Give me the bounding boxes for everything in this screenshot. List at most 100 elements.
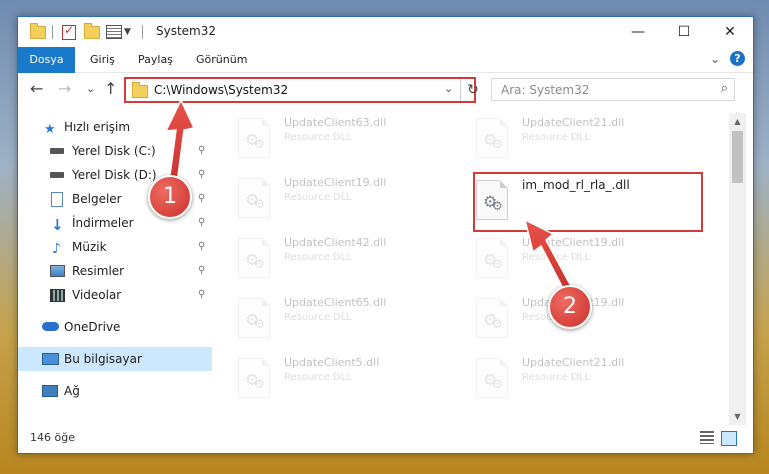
sidebar-item-label: Yerel Disk (D:) [72, 168, 157, 182]
address-path[interactable]: C:\Windows\System32 [154, 83, 288, 97]
new-folder-icon[interactable] [84, 22, 100, 40]
tab-share[interactable]: Paylaş [138, 47, 173, 72]
tab-view[interactable]: Görünüm [196, 47, 247, 72]
sidebar-item-label: OneDrive [64, 320, 121, 334]
folder-icon [132, 82, 148, 98]
file-type: Resource DLL [284, 312, 352, 323]
up-button[interactable]: ↑ [104, 79, 117, 98]
sidebar-item-music[interactable]: ♪ Müzik ⚲ [18, 235, 212, 259]
file-item[interactable]: ⚙ ⚙ UpdateClient63.dll Resource DLL [224, 115, 454, 165]
forward-button[interactable]: → [58, 79, 71, 98]
sidebar-item-label: Videolar [72, 288, 122, 302]
file-type: Resource DLL [522, 372, 590, 383]
pin-icon: ⚲ [198, 145, 206, 156]
file-name: UpdateClient19.dll [522, 236, 625, 249]
pin-icon: ⚲ [198, 169, 206, 180]
drive-icon [50, 172, 64, 178]
scroll-thumb[interactable] [732, 131, 743, 183]
scroll-up-arrow-icon[interactable]: ▲ [729, 113, 746, 130]
file-name: UpdateClient5.dll [284, 356, 380, 369]
large-icons-view-icon[interactable] [721, 431, 737, 446]
navigation-pane: ★ Hızlı erişim Yerel Disk (C:) ⚲ Yerel D… [18, 113, 212, 415]
pin-icon: ⚲ [198, 193, 206, 204]
properties-icon[interactable] [106, 24, 122, 40]
help-icon[interactable]: ? [730, 51, 745, 66]
dll-file-icon: ⚙ ⚙ [238, 238, 270, 278]
pictures-icon [50, 265, 65, 277]
separator [142, 24, 143, 40]
sidebar-item-disk-c[interactable]: Yerel Disk (C:) ⚲ [18, 139, 212, 163]
navigation-bar: ← → ⌄ ↑ C:\Windows\System32 ⌄ ↻ ⌕ [18, 73, 753, 105]
pin-icon: ⚲ [198, 217, 206, 228]
file-item[interactable]: ⚙ ⚙ UpdateClient21.dll Resource DLL [462, 115, 692, 165]
quick-access-dropdown-icon[interactable]: ▼ [124, 24, 131, 40]
dll-file-icon: ⚙ ⚙ [476, 358, 508, 398]
tab-home[interactable]: Giriş [90, 47, 115, 72]
search-box[interactable]: ⌕ [491, 78, 735, 101]
details-view-icon[interactable] [700, 431, 714, 444]
sidebar-item-label: Müzik [72, 240, 107, 254]
sidebar-item-onedrive[interactable]: OneDrive [18, 315, 212, 339]
computer-icon [42, 353, 59, 365]
file-type: Resource DLL [522, 252, 590, 263]
ribbon-collapse-icon[interactable]: ⌄ [710, 52, 720, 66]
file-name: UpdateClient63.dll [284, 116, 387, 129]
status-bar: 146 öğe [18, 427, 753, 451]
file-name: UpdateClient65.dll [284, 296, 387, 309]
file-item[interactable]: ⚙ ⚙ UpdateClient65.dll Resource DLL [224, 295, 454, 345]
file-item[interactable]: ⚙ ⚙ UpdateClient21.dll Resource DLL [462, 355, 692, 405]
file-type: Resource DLL [522, 132, 590, 143]
file-list: ⚙ ⚙ UpdateClient63.dll Resource DLL ⚙ ⚙ Up… [224, 113, 728, 415]
cloud-icon [42, 322, 59, 331]
search-input[interactable] [499, 82, 703, 98]
dll-file-icon: ⚙ ⚙ [238, 118, 270, 158]
maximize-button[interactable]: ☐ [661, 17, 707, 47]
address-dropdown-icon[interactable]: ⌄ [444, 82, 453, 95]
file-type: Resource DLL [284, 252, 352, 263]
sidebar-item-this-pc[interactable]: Bu bilgisayar [18, 347, 212, 371]
file-item[interactable]: ⚙ ⚙ UpdateClient42.dll Resource DLL [224, 235, 454, 285]
file-item[interactable]: ⚙⚙ UpdateClient19.dll Resource DLL [462, 235, 692, 285]
file-item[interactable]: ⚙⚙ UpdateClient19.dll Resource DLL [224, 175, 454, 225]
pin-icon: ⚲ [198, 241, 206, 252]
address-bar[interactable]: C:\Windows\System32 ⌄ ↻ [124, 77, 479, 103]
refresh-button[interactable]: ↻ [460, 79, 485, 101]
network-icon [42, 385, 58, 397]
dll-file-icon: ⚙ ⚙ [238, 358, 270, 398]
sidebar-item-network[interactable]: Ağ [18, 379, 212, 403]
dll-file-icon: ⚙ ⚙ [238, 298, 270, 338]
close-button[interactable]: ✕ [707, 17, 753, 47]
item-count: 146 öğe [30, 431, 75, 444]
scroll-down-arrow-icon[interactable]: ▼ [729, 408, 746, 425]
explorer-window: ▼ System32 — ☐ ✕ Dosya Giriş Paylaş Görü… [17, 16, 754, 454]
file-item[interactable]: ⚙ ⚙ UpdateClient5.dll Resource DLL [224, 355, 454, 405]
file-highlight-box [473, 172, 703, 232]
title-bar: ▼ System32 — ☐ ✕ [18, 17, 753, 47]
sidebar-item-pictures[interactable]: Resimler ⚲ [18, 259, 212, 283]
ribbon-right-controls: ⌄ ? [710, 51, 745, 66]
file-name: UpdateClient19.dll [284, 176, 387, 189]
sidebar-item-quick-access[interactable]: ★ Hızlı erişim [18, 115, 212, 139]
step-badge-1: 1 [148, 175, 192, 219]
drive-icon [50, 148, 64, 154]
file-type: Resource DLL [284, 132, 352, 143]
step-badge-2: 2 [548, 285, 592, 329]
videos-icon [50, 289, 65, 302]
properties-check-icon[interactable] [62, 23, 76, 40]
sidebar-item-label: Ağ [64, 384, 80, 398]
recent-locations-button[interactable]: ⌄ [86, 82, 95, 95]
pin-icon: ⚲ [198, 289, 206, 300]
file-type: Resource DLL [284, 192, 352, 203]
star-icon: ★ [44, 122, 56, 137]
file-name: UpdateClient21.dll [522, 356, 625, 369]
dll-file-icon: ⚙ ⚙ [476, 238, 508, 278]
window-title: System32 [156, 24, 217, 38]
sidebar-item-videos[interactable]: Videolar ⚲ [18, 283, 212, 307]
back-button[interactable]: ← [30, 79, 43, 98]
vertical-scrollbar[interactable]: ▲ ▼ [729, 113, 746, 425]
separator [52, 24, 53, 40]
magnifier-icon[interactable]: ⌕ [721, 81, 728, 96]
file-type: Resource DLL [284, 372, 352, 383]
dll-file-icon: ⚙ ⚙ [476, 118, 508, 158]
minimize-button[interactable]: — [615, 17, 661, 47]
